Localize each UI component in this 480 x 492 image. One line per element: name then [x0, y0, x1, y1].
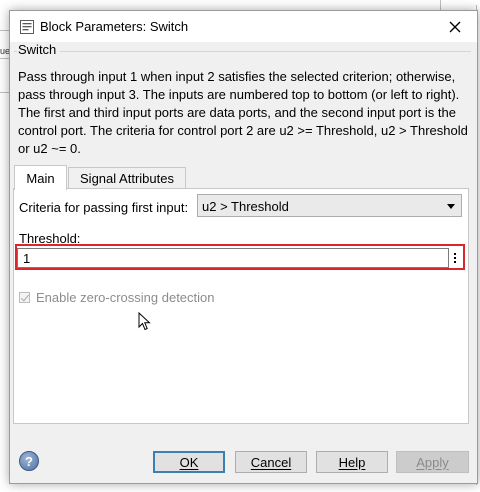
tab-signal-attributes[interactable]: Signal Attributes: [68, 167, 186, 189]
more-options-icon-dot: [453, 253, 456, 255]
more-options-button[interactable]: [450, 248, 459, 268]
block-description-group: Switch Pass through input 1 when input 2…: [14, 42, 471, 172]
apply-button[interactable]: Apply: [396, 451, 469, 473]
criteria-dropdown[interactable]: u2 > Threshold: [197, 194, 462, 217]
background-line: [0, 58, 9, 59]
group-label: Switch: [17, 42, 61, 57]
main-tab-panel: Criteria for passing first input: u2 > T…: [13, 188, 469, 424]
background-line: [0, 92, 9, 93]
window-title: Block Parameters: Switch: [40, 19, 189, 34]
ok-button[interactable]: OK: [153, 451, 225, 473]
background-line: [0, 30, 9, 31]
close-button[interactable]: [433, 11, 477, 42]
mouse-cursor-icon: [138, 312, 151, 331]
title-bar[interactable]: Block Parameters: Switch: [10, 11, 477, 42]
threshold-input[interactable]: [17, 248, 449, 268]
block-description: Pass through input 1 when input 2 satisf…: [18, 69, 468, 156]
more-options-icon-dot: [453, 261, 456, 263]
criteria-label: Criteria for passing first input:: [19, 200, 189, 215]
zero-crossing-label: Enable zero-crossing detection: [36, 290, 215, 305]
dropdown-arrow-icon: [447, 204, 455, 209]
tab-main[interactable]: Main: [14, 165, 67, 190]
block-parameters-dialog: Block Parameters: Switch Switch Pass thr…: [9, 10, 478, 484]
close-icon: [449, 21, 461, 32]
zero-crossing-checkbox[interactable]: [19, 292, 30, 303]
cancel-button[interactable]: Cancel: [235, 451, 307, 473]
zero-crossing-option: Enable zero-crossing detection: [19, 290, 215, 305]
help-icon[interactable]: ?: [19, 451, 39, 471]
criteria-selected-value: u2 > Threshold: [202, 199, 289, 214]
matlab-icon: [20, 20, 34, 34]
background-line: [440, 0, 441, 10]
help-button[interactable]: Help: [316, 451, 388, 473]
more-options-icon-dot: [453, 257, 456, 259]
